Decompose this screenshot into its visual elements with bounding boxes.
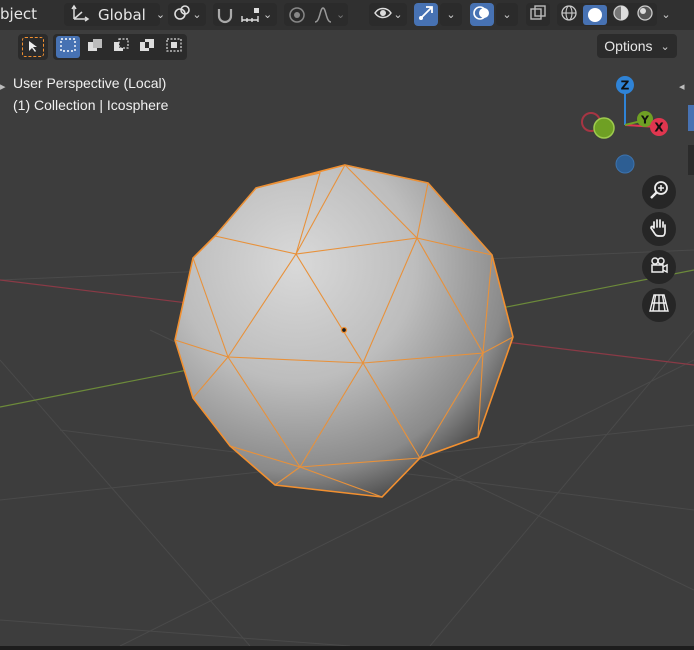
view-name: User Perspective (Local) xyxy=(13,75,167,91)
camera-view-button[interactable] xyxy=(642,250,676,284)
rendered-icon[interactable] xyxy=(635,4,655,26)
icosphere xyxy=(174,164,514,498)
bottom-border xyxy=(0,646,694,650)
snap-group: ⌄ xyxy=(213,3,277,26)
shading-group xyxy=(557,3,657,26)
overlay-circles-icon xyxy=(472,4,492,26)
wireframe-icon[interactable] xyxy=(559,4,579,26)
select-box-icon xyxy=(59,37,77,57)
select-new-button[interactable] xyxy=(56,36,81,58)
perspective-toggle-button[interactable] xyxy=(642,288,676,322)
origin-point xyxy=(340,326,348,334)
overlays-toggle[interactable] xyxy=(470,3,494,26)
toolbar-expand-arrow-icon[interactable]: ▸ xyxy=(0,80,6,93)
mode-label[interactable]: bject xyxy=(0,5,37,23)
viewport-info-text: User Perspective (Local) (1) Collection … xyxy=(13,72,168,116)
zoom-button[interactable] xyxy=(642,175,676,209)
neg-z-handle xyxy=(615,154,635,174)
select-extend-icon xyxy=(86,37,104,57)
pivot-point-dropdown[interactable]: ⌄ xyxy=(168,3,206,26)
chevron-down-icon[interactable]: ⌄ xyxy=(263,8,272,21)
selection-mode-group xyxy=(53,34,187,60)
chevron-down-icon: ⌄ xyxy=(393,8,403,21)
xray-icon xyxy=(528,4,548,26)
options-dropdown[interactable]: Options ⌄ xyxy=(597,34,677,58)
chevron-down-icon: ⌄ xyxy=(446,8,456,21)
orientation-label: Global xyxy=(98,5,146,24)
pan-hand-icon xyxy=(648,216,670,242)
options-label: Options xyxy=(604,38,653,54)
tweak-tool-button[interactable] xyxy=(22,37,44,57)
select-extend-button[interactable] xyxy=(83,36,107,58)
select-subtract-icon xyxy=(112,37,130,57)
neg-y-handle xyxy=(593,117,615,139)
grid-perspective-icon xyxy=(648,292,670,318)
camera-icon xyxy=(648,254,670,280)
pan-button[interactable] xyxy=(642,212,676,246)
overlays-dropdown[interactable]: ⌄ xyxy=(496,3,518,26)
viewport-header: bject Global ⌄ ⌄ ⌄ ⌄ ⌄ ⌄ ⌄ ⌄ xyxy=(0,0,694,30)
cursor-arrow-icon xyxy=(26,38,40,57)
chevron-down-icon: ⌄ xyxy=(661,8,671,21)
material-icon[interactable] xyxy=(611,4,631,26)
gizmo-toggle[interactable] xyxy=(414,3,438,26)
gizmo-dropdown[interactable]: ⌄ xyxy=(440,3,462,26)
gizmo-arrow-icon xyxy=(416,4,436,26)
link-icon xyxy=(172,4,192,26)
chevron-down-icon: ⌄ xyxy=(502,8,512,21)
axes-icon xyxy=(70,4,90,26)
select-intersect-icon xyxy=(165,37,183,57)
select-invert-button[interactable] xyxy=(135,36,159,58)
falloff-curve-icon[interactable] xyxy=(310,6,336,24)
select-intersect-button[interactable] xyxy=(162,36,186,58)
eye-icon xyxy=(373,4,393,26)
select-invert-icon xyxy=(138,37,156,57)
zoom-icon xyxy=(648,179,670,205)
chevron-down-icon: ⌄ xyxy=(155,8,166,21)
y-axis-label: Y xyxy=(640,114,650,127)
navigation-gizmo: Z Y X xyxy=(581,76,668,174)
xray-toggle[interactable] xyxy=(526,3,550,26)
chevron-down-icon: ⌄ xyxy=(336,8,346,21)
3d-viewport[interactable]: Z Y X xyxy=(0,30,694,646)
proportional-editing-group: ⌄ xyxy=(284,3,348,26)
chevron-down-icon: ⌄ xyxy=(660,40,670,53)
circle-dot-icon[interactable] xyxy=(284,6,310,24)
collection-info: (1) Collection | Icosphere xyxy=(13,97,169,113)
shading-dropdown[interactable]: ⌄ xyxy=(657,3,675,26)
side-tab-active[interactable] xyxy=(688,105,694,131)
chevron-down-icon: ⌄ xyxy=(192,8,202,21)
z-axis-label: Z xyxy=(621,79,630,93)
select-subtract-button[interactable] xyxy=(109,36,133,58)
visibility-dropdown[interactable]: ⌄ xyxy=(369,3,407,26)
scene-canvas[interactable]: Z Y X xyxy=(0,30,694,646)
sidebar-expand-arrow-icon[interactable]: ◂ xyxy=(679,80,685,93)
side-tab[interactable] xyxy=(688,145,694,175)
magnet-icon[interactable] xyxy=(213,6,237,24)
x-axis-label: X xyxy=(654,121,664,135)
tweak-tool-group xyxy=(18,34,48,60)
increment-icon[interactable] xyxy=(237,6,263,24)
solid-icon[interactable] xyxy=(583,4,607,25)
transform-orientation-dropdown[interactable]: Global ⌄ xyxy=(64,3,165,26)
